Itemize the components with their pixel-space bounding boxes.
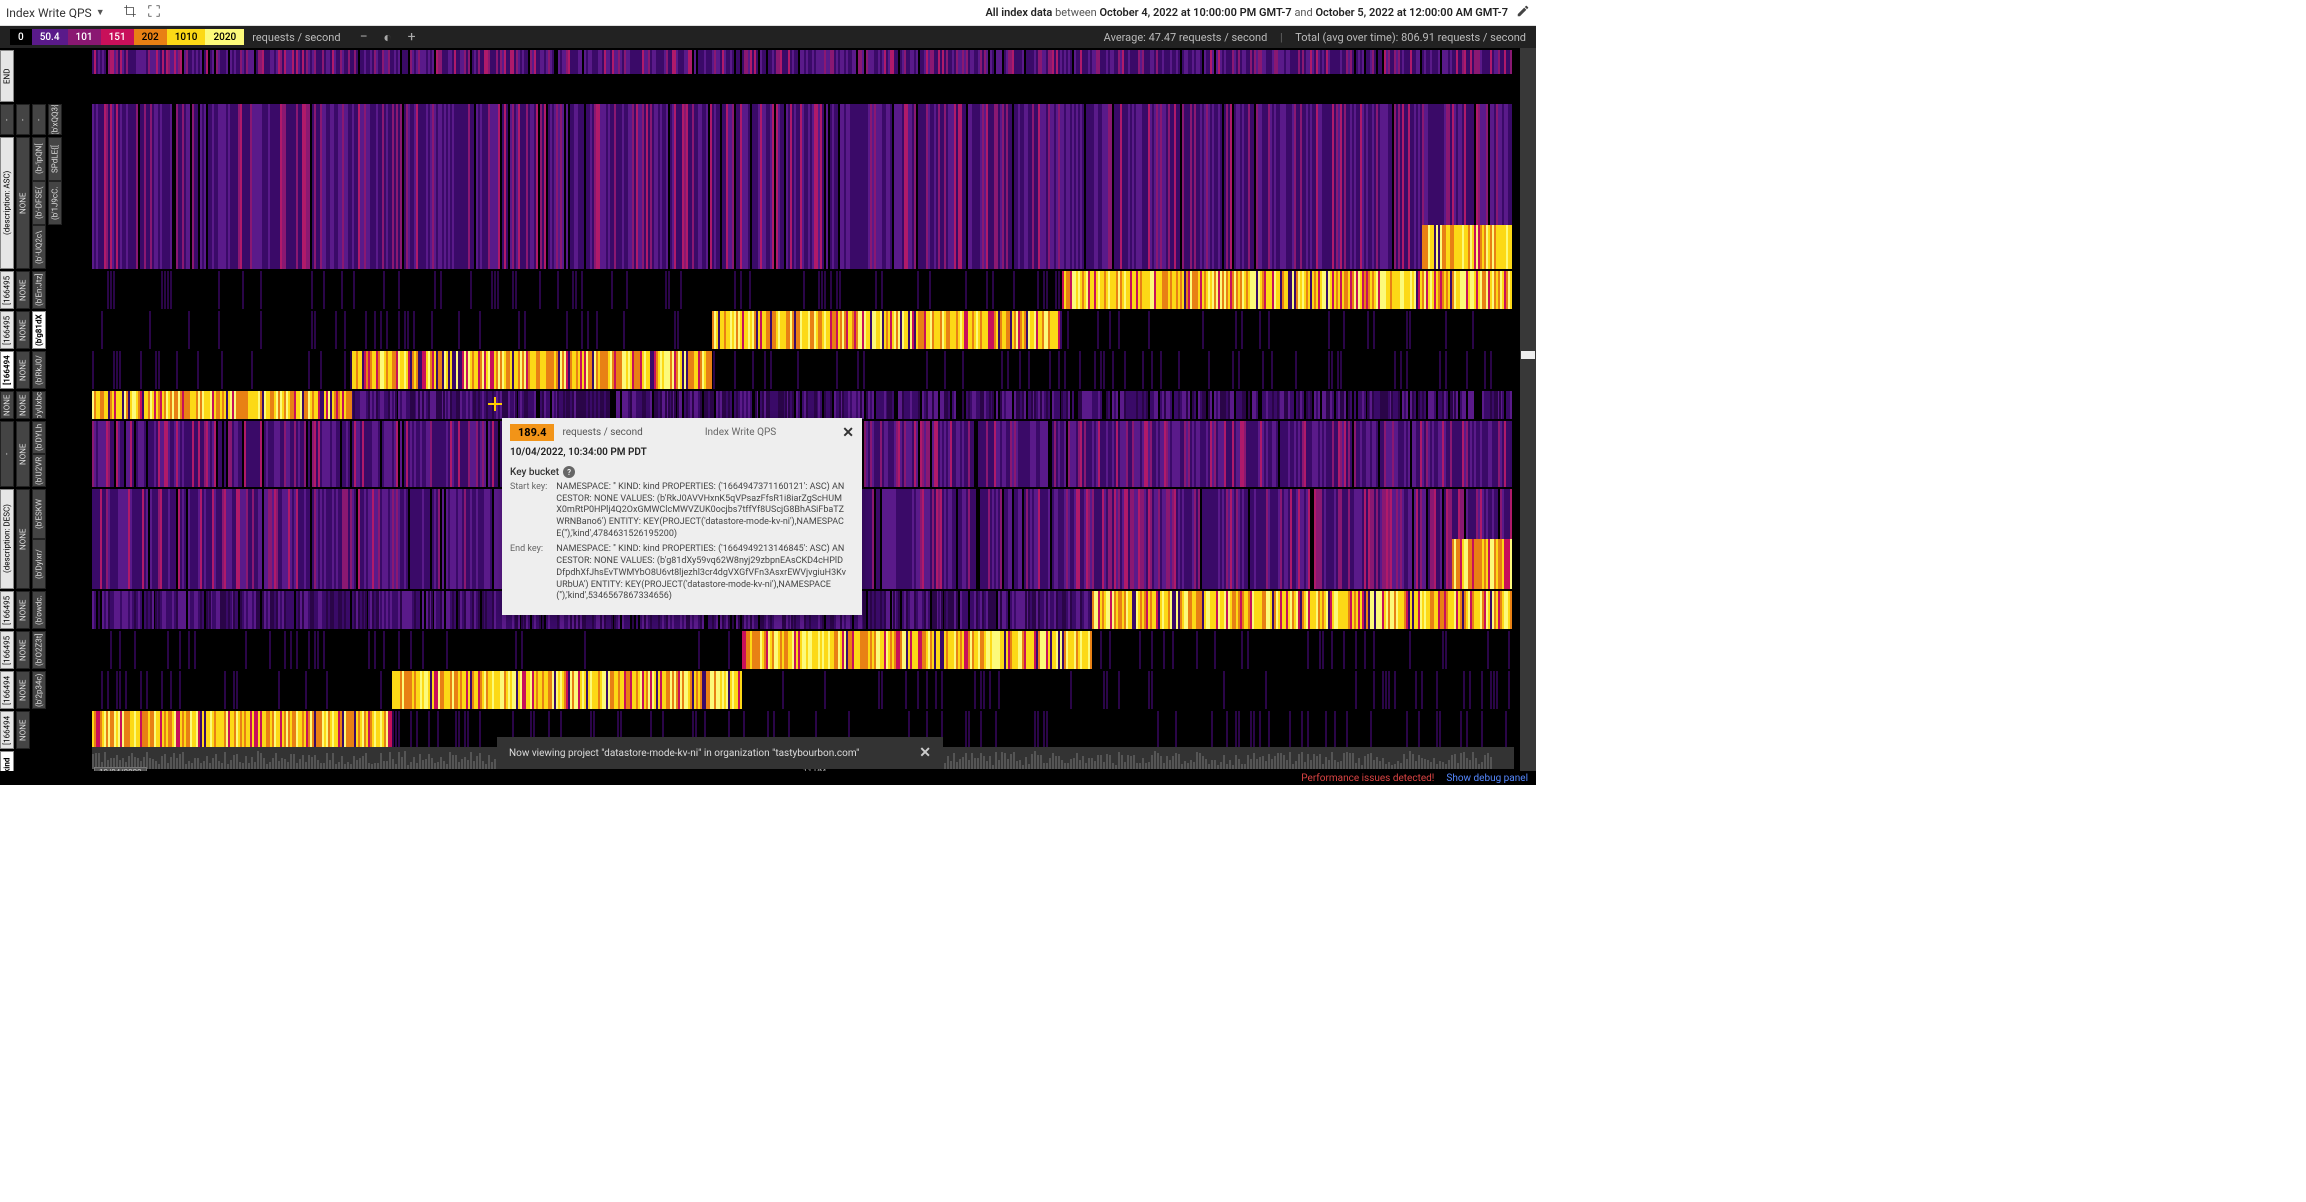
y-axis-slot[interactable]: (b'DYLh bbox=[32, 421, 46, 454]
y-axis-slot[interactable]: [166494 bbox=[0, 351, 14, 389]
top-tools bbox=[123, 4, 161, 21]
y-axis-col-2: - NONE NONE NONE NONE NONE NONE NONE NONE NONE NON… bbox=[16, 48, 32, 785]
y-axis-slot[interactable]: SPdLE{[ bbox=[48, 137, 62, 181]
edit-icon[interactable] bbox=[1516, 4, 1530, 21]
y-axis-slot[interactable]: NONE bbox=[16, 311, 30, 349]
y-axis-col-3: - (b-'ipQN[(b'-DFSE((b'-UQ2c\ (b'En:Jtz] (b… bbox=[32, 48, 48, 785]
legend-swatch-0: 0 bbox=[10, 29, 32, 45]
zoom-out-icon[interactable]: − bbox=[357, 29, 371, 46]
header-bar: Index Write QPS ▼ All index data between… bbox=[0, 0, 1536, 26]
toast: Now viewing project "datastore-mode-kv-n… bbox=[497, 737, 943, 769]
tooltip-timestamp: 10/04/2022, 10:34:00 PM PDT bbox=[502, 447, 862, 466]
tooltip-unit: requests / second bbox=[562, 427, 642, 438]
page-title: Index Write QPS bbox=[6, 6, 92, 20]
y-axis-slot[interactable]: (b'-UQ2c\ bbox=[32, 225, 46, 269]
legend-swatch-4: 202 bbox=[134, 29, 167, 45]
y-axis-slot[interactable]: - bbox=[32, 104, 46, 135]
title-dropdown[interactable]: Index Write QPS ▼ bbox=[6, 6, 105, 20]
crop-icon[interactable] bbox=[123, 4, 137, 21]
y-axis-slot[interactable]: - bbox=[0, 421, 14, 487]
tooltip-bucket-label: Key bucket bbox=[510, 467, 559, 478]
toast-message: Now viewing project "datastore-mode-kv-n… bbox=[509, 748, 859, 759]
time-range-text: All index data between October 4, 2022 a… bbox=[985, 6, 1508, 19]
legend-swatch-2: 101 bbox=[68, 29, 101, 45]
y-axis-col-1: END - (description: ASC) [166495 [166495 [166… bbox=[0, 48, 16, 785]
right-scrollbar[interactable] bbox=[1520, 48, 1536, 785]
y-axis-slot[interactable]: NONE bbox=[16, 137, 30, 269]
y-axis-slot[interactable]: [166495 bbox=[0, 591, 14, 629]
legend-swatch-5: 1010 bbox=[167, 29, 206, 45]
caret-down-icon: ▼ bbox=[96, 7, 105, 18]
zoom-in-icon[interactable]: + bbox=[405, 29, 419, 46]
start-key-value: NAMESPACE: '' KIND: kind PROPERTIES: ('1… bbox=[556, 482, 846, 540]
y-axis-slot[interactable]: (description: ASC) bbox=[0, 137, 14, 269]
y-axis-slot[interactable]: (description: DESC) bbox=[0, 489, 14, 589]
start-key-label: Start key: bbox=[510, 482, 554, 494]
y-axis-col-4: (b'xQQ3{ SPdLE{[(b'1J9cC. bbox=[48, 48, 64, 785]
y-axis-slot[interactable]: (b-'ipQN[ bbox=[32, 137, 46, 181]
y-axis-slot[interactable]: (b'RkJ0/ bbox=[32, 351, 46, 389]
y-axis-slot[interactable]: (b'-DFSE( bbox=[32, 181, 46, 225]
y-axis-slot[interactable]: - bbox=[0, 104, 14, 135]
legend-bar: 0 50.4 101 151 202 1010 2020 requests / … bbox=[0, 26, 1536, 48]
y-axis-slot[interactable]: NONE bbox=[16, 591, 30, 629]
y-axis-slot[interactable]: (b'U2VR bbox=[32, 454, 46, 487]
legend-swatch-6: 2020 bbox=[205, 29, 244, 45]
contrast-icon[interactable]: ◐ bbox=[381, 29, 395, 46]
y-axis-slot[interactable]: (b'ESKW bbox=[32, 489, 46, 539]
footer-bar: Performance issues detected! Show debug … bbox=[0, 771, 1536, 785]
legend-swatch-3: 151 bbox=[101, 29, 134, 45]
main-area: END-(description: ASC)[166495[166495[166… bbox=[0, 48, 1536, 785]
y-axis-slot[interactable]: (b'xQQ3{ bbox=[48, 104, 62, 135]
tooltip-card: 189.4 requests / second Index Write QPS … bbox=[502, 418, 862, 615]
y-axis-slot[interactable]: (b'DyIxr/ bbox=[32, 539, 46, 589]
y-axis-slot[interactable]: [166495 bbox=[0, 311, 14, 349]
y-axis-slot[interactable]: (b'g81dX bbox=[32, 311, 46, 349]
y-axis-slot[interactable]: END bbox=[0, 50, 14, 102]
close-icon[interactable]: ✕ bbox=[919, 745, 931, 761]
y-axis-slot[interactable]: [166495 bbox=[0, 271, 14, 309]
tooltip-value: 189.4 bbox=[510, 424, 554, 441]
y-axis-slot[interactable]: [166494 bbox=[0, 711, 14, 749]
y-axis-slot[interactable]: NONE bbox=[16, 391, 30, 419]
heatmap-canvas[interactable] bbox=[92, 48, 1536, 785]
close-icon[interactable]: ✕ bbox=[842, 425, 854, 441]
debug-panel-link[interactable]: Show debug panel bbox=[1446, 773, 1528, 784]
y-axis-slot[interactable]: NONE bbox=[16, 671, 30, 709]
y-axis-slot[interactable]: [166494 bbox=[0, 671, 14, 709]
y-axis-slot[interactable]: NONE bbox=[0, 391, 14, 419]
y-axis-slot[interactable]: (b'2p34c) bbox=[32, 671, 46, 709]
y-axis-slot[interactable]: - bbox=[16, 104, 30, 135]
y-axis-slot[interactable]: NONE bbox=[16, 711, 30, 749]
legend-swatch-1: 50.4 bbox=[32, 29, 68, 45]
legend-unit: requests / second bbox=[252, 31, 340, 44]
y-axis-slot[interactable]: (b'yUxbc\ bbox=[32, 391, 46, 419]
end-key-label: End key: bbox=[510, 544, 554, 556]
y-axis-slot[interactable]: NONE bbox=[16, 489, 30, 589]
y-axis-slot[interactable]: (b'O2Z3t] bbox=[32, 631, 46, 669]
performance-warning[interactable]: Performance issues detected! bbox=[1301, 773, 1434, 784]
y-axis-slot[interactable]: NONE bbox=[16, 421, 30, 487]
y-axis-slot[interactable]: NONE bbox=[16, 631, 30, 669]
legend-tools: − ◐ + bbox=[357, 29, 419, 46]
y-axis-slot[interactable]: (b'En:Jtz] bbox=[32, 271, 46, 309]
y-axis-slot[interactable]: NONE bbox=[16, 351, 30, 389]
y-axis-slot[interactable]: NONE bbox=[16, 271, 30, 309]
end-key-value: NAMESPACE: '' KIND: kind PROPERTIES: ('1… bbox=[556, 544, 846, 602]
y-axis-slot[interactable]: [166495 bbox=[0, 631, 14, 669]
y-axis-slot[interactable]: (b'1J9cC. bbox=[48, 181, 62, 225]
help-icon[interactable]: ? bbox=[563, 466, 575, 478]
stats-text: Average: 47.47 requests / second | Total… bbox=[1104, 31, 1526, 44]
y-axis-slot[interactable]: (b'owdc. bbox=[32, 591, 46, 629]
tooltip-source: Index Write QPS bbox=[705, 427, 776, 438]
fullscreen-icon[interactable] bbox=[147, 4, 161, 21]
